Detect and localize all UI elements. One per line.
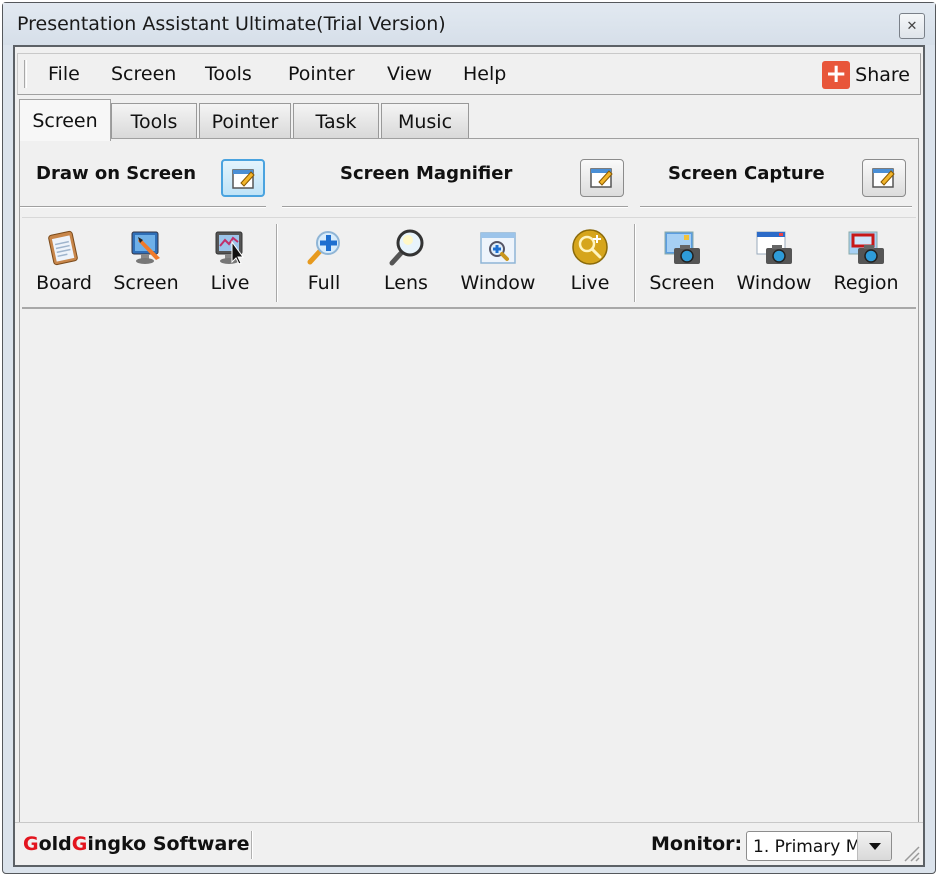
tool-label: Window <box>736 272 812 294</box>
tool-capture-region[interactable]: Region <box>824 228 908 294</box>
tab-screen[interactable]: Screen <box>19 99 111 141</box>
share-label: Share <box>855 64 910 86</box>
tool-capture-window[interactable]: Window <box>732 228 816 294</box>
tool-magnify-lens[interactable]: Lens <box>364 228 448 294</box>
screen-tab-panel: Draw on Screen Screen Magnifier Screen C… <box>19 138 919 860</box>
tool-label: Live <box>210 272 250 294</box>
close-button[interactable]: ✕ <box>899 13 925 39</box>
group-title: Screen Capture <box>668 163 825 184</box>
menu-file[interactable]: File <box>48 63 80 85</box>
tool-label: Screen <box>113 272 179 294</box>
toolbar-grip[interactable] <box>24 60 27 88</box>
tool-magnify-live[interactable]: Live <box>548 228 632 294</box>
region-camera-icon <box>848 231 884 264</box>
tool-label: Screen <box>649 272 715 294</box>
tool-capture-screen[interactable]: Screen <box>640 228 724 294</box>
tab-pointer[interactable]: Pointer <box>199 103 291 139</box>
client-area: File Screen Tools Pointer View Help + Sh… <box>13 45 925 867</box>
edit-icon <box>232 169 255 189</box>
tool-draw-live[interactable]: Live <box>188 228 272 294</box>
share-button[interactable]: + Share <box>822 61 910 89</box>
brand-letter: G <box>23 833 39 855</box>
dropdown-button[interactable] <box>857 832 891 860</box>
tool-label: Window <box>460 272 536 294</box>
edit-icon <box>590 168 613 188</box>
tool-label: Lens <box>384 272 428 294</box>
zoom-in-icon <box>307 231 340 265</box>
tab-label: Tools <box>130 110 178 133</box>
close-icon: ✕ <box>906 18 918 34</box>
tool-label: Region <box>833 272 899 294</box>
screen-camera-icon <box>664 231 700 264</box>
tool-magnify-window[interactable]: Window <box>456 228 540 294</box>
menu-pointer[interactable]: Pointer <box>288 63 355 85</box>
window-title: Presentation Assistant Ultimate(Trial Ve… <box>17 13 446 35</box>
live-magnifier-icon <box>572 229 608 265</box>
tool-draw-screen[interactable]: Screen <box>104 228 188 294</box>
menu-help[interactable]: Help <box>463 63 506 85</box>
brand-text: ingko Software <box>87 833 250 855</box>
magnifier-settings-button[interactable] <box>580 159 624 197</box>
app-window: Presentation Assistant Ultimate(Trial Ve… <box>2 2 936 874</box>
title-bar[interactable]: Presentation Assistant Ultimate(Trial Ve… <box>3 3 935 45</box>
chevron-down-icon <box>868 842 881 850</box>
tab-label: Music <box>397 110 453 133</box>
brand-letter: G <box>71 833 88 855</box>
group-divider <box>20 206 266 208</box>
menu-bar: File Screen Tools Pointer View Help + Sh… <box>17 53 921 95</box>
monitor-select-value: 1. Primary Monitor <box>753 837 857 857</box>
tab-strip: Screen Tools Pointer Task Music <box>19 99 919 141</box>
menu-tools[interactable]: Tools <box>205 63 252 85</box>
tab-task[interactable]: Task <box>293 103 379 139</box>
window-camera-icon <box>756 231 792 264</box>
tools-toolbar: Board Screen Live Full Lens Window Live … <box>22 217 916 309</box>
plus-icon: + <box>822 61 851 89</box>
draw-settings-button[interactable] <box>221 159 265 197</box>
status-bar: GoldGingko Software Monitor: 1. Primary … <box>15 822 923 865</box>
group-draw-on-screen: Draw on Screen <box>20 139 280 208</box>
resize-grip-icon[interactable] <box>901 843 921 863</box>
monitor-label: Monitor: <box>651 833 743 855</box>
group-divider <box>282 206 628 208</box>
tab-tools[interactable]: Tools <box>111 103 197 139</box>
monitor-select[interactable]: 1. Primary Monitor <box>746 831 892 861</box>
tool-board[interactable]: Board <box>22 228 106 294</box>
tool-label: Live <box>570 272 610 294</box>
tool-label: Full <box>307 272 341 294</box>
magnifier-icon <box>389 229 424 266</box>
clipboard-icon <box>48 230 78 266</box>
menu-screen[interactable]: Screen <box>111 63 176 85</box>
brand-label: GoldGingko Software <box>23 833 250 855</box>
group-screen-capture: Screen Capture <box>640 139 912 208</box>
window-zoom-icon <box>480 232 516 264</box>
tab-label: Screen <box>32 109 98 132</box>
brand-text: old <box>38 833 72 855</box>
toolbar-separator <box>634 224 636 302</box>
tab-music[interactable]: Music <box>381 103 469 139</box>
tool-magnify-full[interactable]: Full <box>282 228 366 294</box>
group-title: Draw on Screen <box>36 163 197 184</box>
edit-icon <box>872 168 895 188</box>
status-separator <box>251 831 253 859</box>
group-title: Screen Magnifier <box>340 163 513 184</box>
monitor-live-icon <box>215 231 244 265</box>
group-screen-magnifier: Screen Magnifier <box>282 139 628 208</box>
capture-settings-button[interactable] <box>862 159 906 197</box>
tool-label: Board <box>36 272 92 294</box>
toolbar-separator <box>276 224 278 302</box>
menu-view[interactable]: View <box>387 63 432 85</box>
tab-label: Task <box>315 110 357 133</box>
tab-label: Pointer <box>211 110 279 133</box>
monitor-brush-icon <box>131 231 160 264</box>
group-divider <box>640 206 912 208</box>
